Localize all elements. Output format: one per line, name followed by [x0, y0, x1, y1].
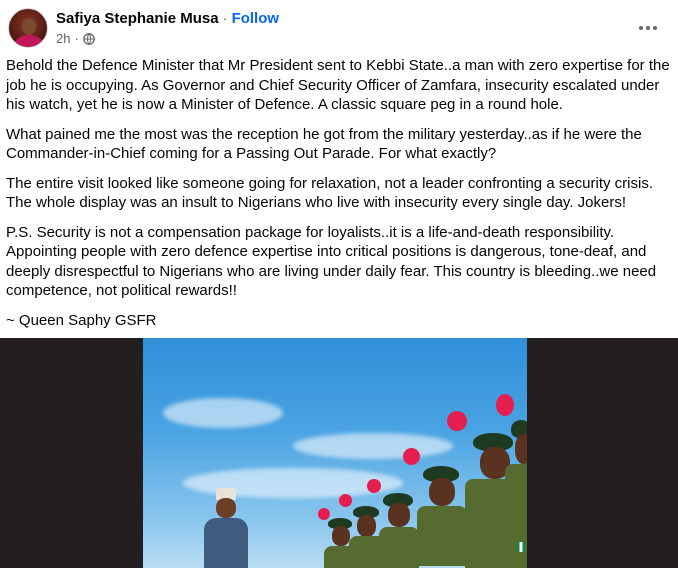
avatar-face [22, 18, 36, 35]
parade-scene [143, 338, 527, 568]
follow-button[interactable]: Follow [232, 10, 280, 27]
post-header: Safiya Stephanie Musa · Follow 2h · [0, 0, 678, 56]
more-options-icon[interactable] [636, 16, 660, 40]
post-paragraph: Behold the Defence Minister that Mr Pres… [6, 57, 670, 113]
post-paragraph: P.S. Security is not a compensation pack… [6, 223, 657, 300]
author-name[interactable]: Safiya Stephanie Musa [56, 10, 219, 27]
post-text: Behold the Defence Minister that Mr Pres… [6, 56, 670, 340]
avatar-dress [15, 35, 43, 47]
post-photo[interactable] [0, 338, 678, 568]
separator: · [74, 31, 79, 46]
author-avatar[interactable] [8, 8, 48, 48]
minister-figure [198, 488, 254, 568]
separator: · [222, 10, 228, 27]
post-time[interactable]: 2h [56, 31, 70, 46]
post-meta: 2h · [56, 31, 95, 46]
post-paragraph: The entire visit looked like someone goi… [6, 174, 653, 212]
post-paragraph: What pained me the most was the receptio… [6, 125, 642, 163]
globe-icon[interactable] [82, 32, 95, 45]
flag-patch-icon [517, 542, 525, 552]
post-signature: ~ Queen Saphy GSFR [6, 311, 157, 329]
author-line: Safiya Stephanie Musa · Follow [56, 10, 279, 28]
